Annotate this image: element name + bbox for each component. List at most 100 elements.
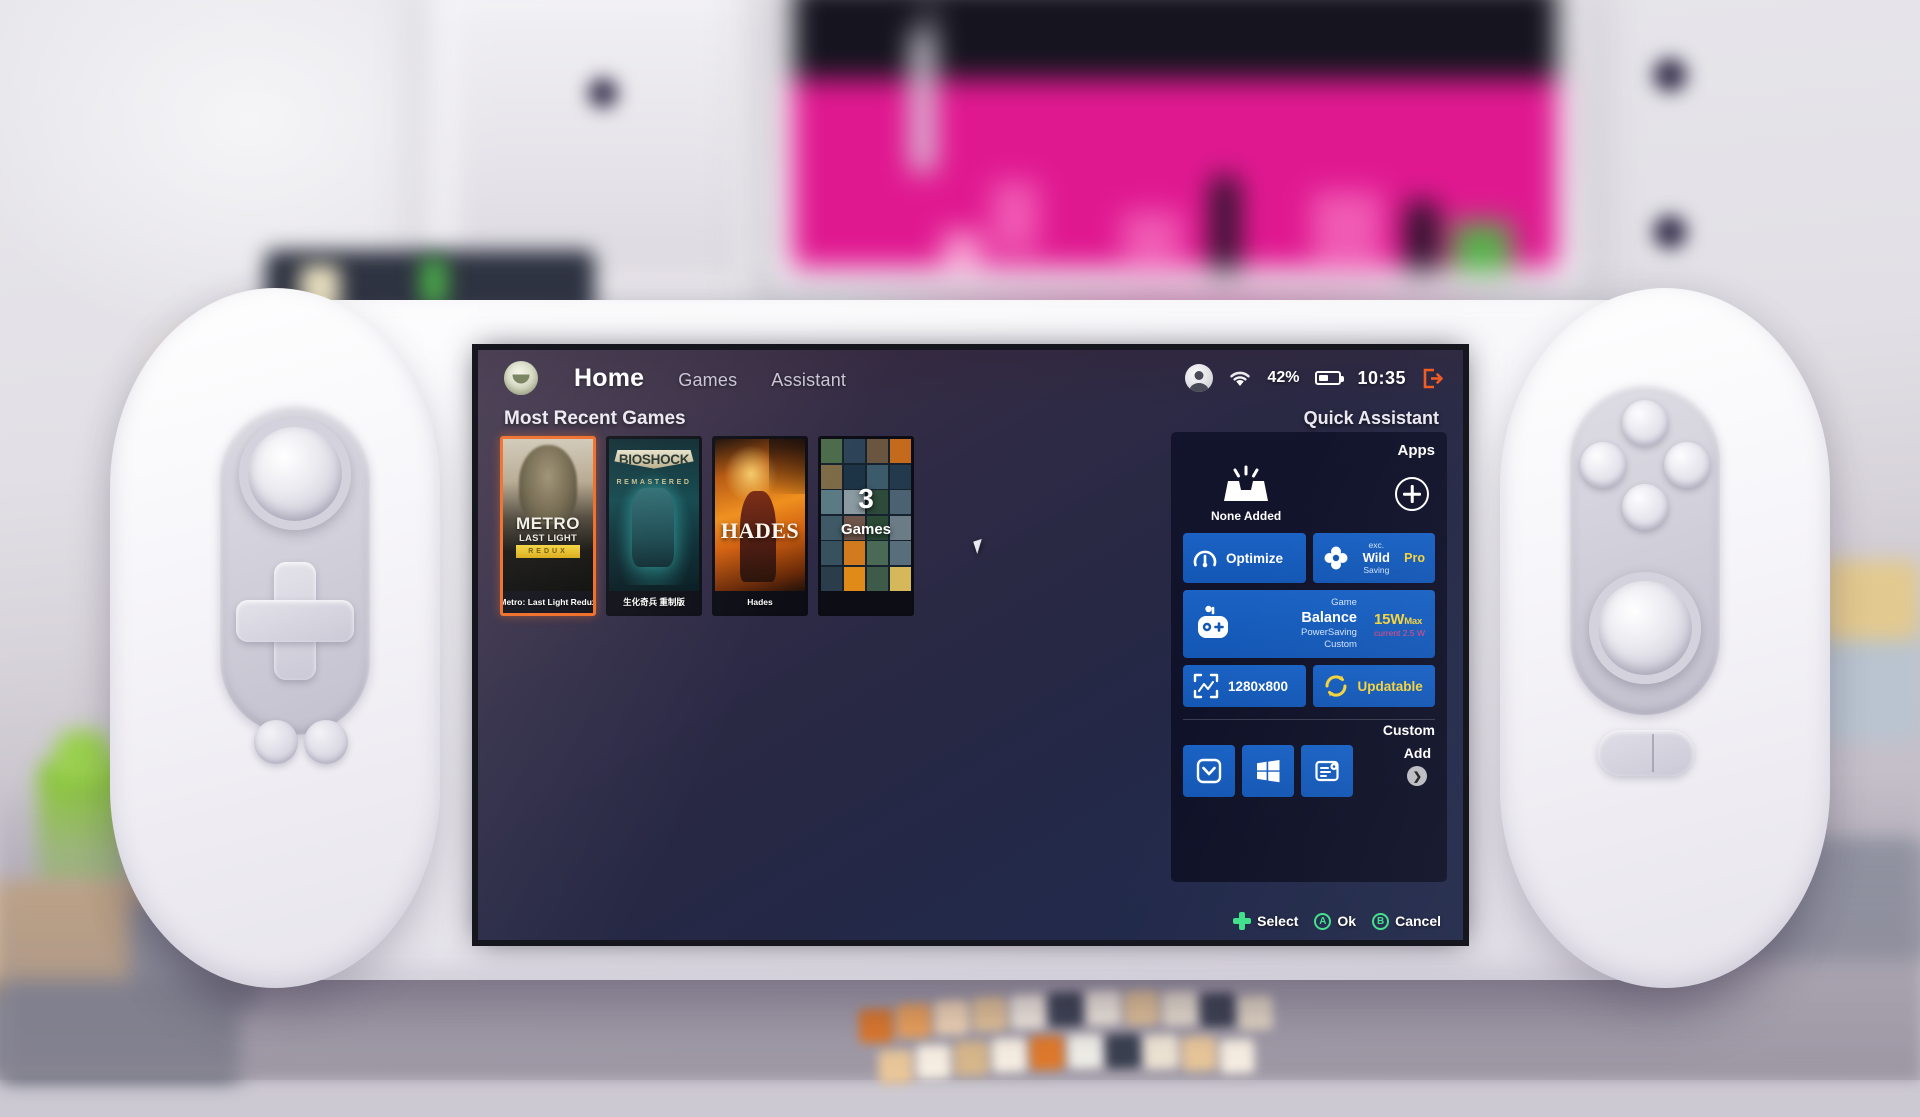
battery-percent: 42% (1267, 369, 1299, 387)
monitor-screen (792, 0, 1558, 268)
y-button[interactable] (1622, 400, 1668, 446)
custom-buttons-row: Add ❯ (1183, 745, 1435, 797)
nav-item-games[interactable]: Games (678, 370, 737, 391)
game-art-bioshock: BIOSHOCK REMASTERED (609, 439, 699, 591)
game-art-collage: 3 Games (821, 439, 911, 591)
game-card-bioshock[interactable]: BIOSHOCK REMASTERED 生化奇兵 重制版 (606, 436, 702, 616)
select-button[interactable] (254, 720, 298, 764)
metro-title-line3: REDUX (516, 545, 581, 558)
hint-ok[interactable]: A Ok (1314, 913, 1356, 930)
resolution-label: 1280x800 (1228, 679, 1288, 694)
metro-title-line1: METRO (510, 515, 586, 532)
add-label: Add (1404, 745, 1431, 761)
bioshock-title: BIOSHOCK (614, 450, 693, 469)
nav-item-home[interactable]: Home (574, 364, 644, 393)
game-art-hades: HADES (715, 439, 805, 591)
hint-select-label: Select (1257, 913, 1298, 929)
game-caption: Metro: Last Light Redux (503, 591, 593, 613)
chevron-right-circle-icon[interactable]: ❯ (1407, 766, 1427, 786)
game-caption: 生化奇兵 重制版 (609, 591, 699, 613)
power-option-custom[interactable]: Custom (1324, 639, 1357, 651)
dpad[interactable] (236, 562, 354, 680)
document-settings-icon[interactable] (1301, 745, 1353, 797)
windows-logo-icon[interactable] (1242, 745, 1294, 797)
b-button-icon: B (1372, 913, 1389, 930)
game-caption (821, 591, 911, 613)
hint-cancel-label: Cancel (1395, 913, 1441, 929)
left-analog-stick[interactable] (239, 418, 351, 530)
resolution-frame-icon (1193, 673, 1219, 699)
nav-links: Home Games Assistant (574, 364, 846, 393)
abxy-button-cluster[interactable] (1580, 400, 1710, 530)
a-button-icon: A (1314, 913, 1331, 930)
power-mode-tile[interactable]: Game Balance PowerSaving Custom 15WMax c… (1183, 590, 1435, 658)
background-keyboard (858, 983, 1282, 1117)
quick-assistant-tiles: Optimize (1183, 533, 1435, 707)
panel-divider (1183, 719, 1435, 720)
empty-tray-icon (1219, 465, 1273, 505)
dpad-icon (1233, 912, 1251, 930)
tdp-robot-icon (1193, 605, 1233, 643)
optimize-label: Optimize (1226, 551, 1283, 566)
game-card-metro[interactable]: METRO LAST LIGHT REDUX Metro: Last Light… (500, 436, 596, 616)
right-analog-stick[interactable] (1589, 572, 1701, 684)
hades-title: HADES (717, 518, 803, 544)
power-option-powersaving[interactable]: PowerSaving (1301, 627, 1357, 639)
recent-games-list: METRO LAST LIGHT REDUX Metro: Last Light… (500, 436, 914, 616)
quick-assistant-title: Quick Assistant (1304, 408, 1439, 429)
clock-time: 10:35 (1357, 368, 1406, 389)
watt-suffix: Max (1404, 616, 1422, 627)
game-card-hades[interactable]: HADES Hades (712, 436, 808, 616)
apps-empty-state: None Added (1211, 465, 1281, 523)
fan-mode-line3: Saving (1363, 566, 1389, 576)
leaf-avatar-icon[interactable] (504, 361, 538, 395)
exit-logout-icon[interactable] (1422, 368, 1443, 389)
user-avatar-icon[interactable] (1185, 364, 1213, 392)
b-button[interactable] (1664, 442, 1710, 488)
mouse-cursor (973, 539, 986, 554)
power-option-game[interactable]: Game (1331, 597, 1357, 609)
hint-ok-label: Ok (1337, 913, 1356, 929)
left-small-buttons[interactable] (254, 720, 348, 764)
background-monitor (770, 0, 1580, 290)
games-count: 3 (821, 485, 911, 513)
resolution-tile[interactable]: 1280x800 (1183, 665, 1306, 707)
apps-heading: Apps (1183, 442, 1435, 459)
update-label: Updatable (1358, 679, 1423, 694)
quick-assistant-panel: Apps None Added (1171, 432, 1447, 882)
metro-title-line2: LAST LIGHT (510, 534, 586, 544)
hint-cancel[interactable]: B Cancel (1372, 913, 1441, 930)
x-button[interactable] (1580, 442, 1626, 488)
top-navigation-bar: Home Games Assistant 42% 10:35 (478, 350, 1463, 406)
nav-item-assistant[interactable]: Assistant (771, 370, 846, 391)
battery-icon (1315, 371, 1341, 385)
plus-circle-icon[interactable] (1395, 477, 1429, 511)
optimize-tile[interactable]: Optimize (1183, 533, 1306, 583)
start-button[interactable] (304, 720, 348, 764)
apps-empty-label: None Added (1211, 509, 1281, 523)
gauge-icon (1193, 547, 1217, 569)
chevron-down-box-icon[interactable] (1183, 745, 1235, 797)
apps-empty-row: None Added (1183, 461, 1435, 533)
device-screen: Home Games Assistant 42% 10:35 (478, 350, 1463, 940)
bioshock-subtitle: REMASTERED (609, 479, 699, 486)
game-art-metro: METRO LAST LIGHT REDUX (503, 439, 593, 591)
games-count-label: Games (821, 521, 911, 538)
custom-heading: Custom (1183, 722, 1435, 738)
section-title-recent-games: Most Recent Games (504, 408, 686, 430)
fan-mode-tile[interactable]: exc. Wild Saving Pro (1313, 533, 1436, 583)
home-pill-button[interactable] (1598, 730, 1694, 776)
tile-row-1: Optimize (1183, 533, 1435, 583)
handheld-gaming-device: Home Games Assistant 42% 10:35 (150, 300, 1790, 980)
a-button[interactable] (1622, 484, 1668, 530)
wifi-icon (1229, 370, 1251, 387)
pro-badge: Pro (1404, 551, 1425, 565)
hint-select[interactable]: Select (1233, 912, 1298, 930)
status-bar: 42% 10:35 (1185, 364, 1443, 392)
tile-row-2: Game Balance PowerSaving Custom 15WMax c… (1183, 590, 1435, 658)
update-tile[interactable]: Updatable (1313, 665, 1436, 707)
power-option-balance[interactable]: Balance (1301, 609, 1357, 627)
game-card-more-games[interactable]: 3 Games (818, 436, 914, 616)
add-custom-group[interactable]: Add ❯ (1404, 745, 1435, 786)
watt-value: 15W (1374, 611, 1404, 628)
